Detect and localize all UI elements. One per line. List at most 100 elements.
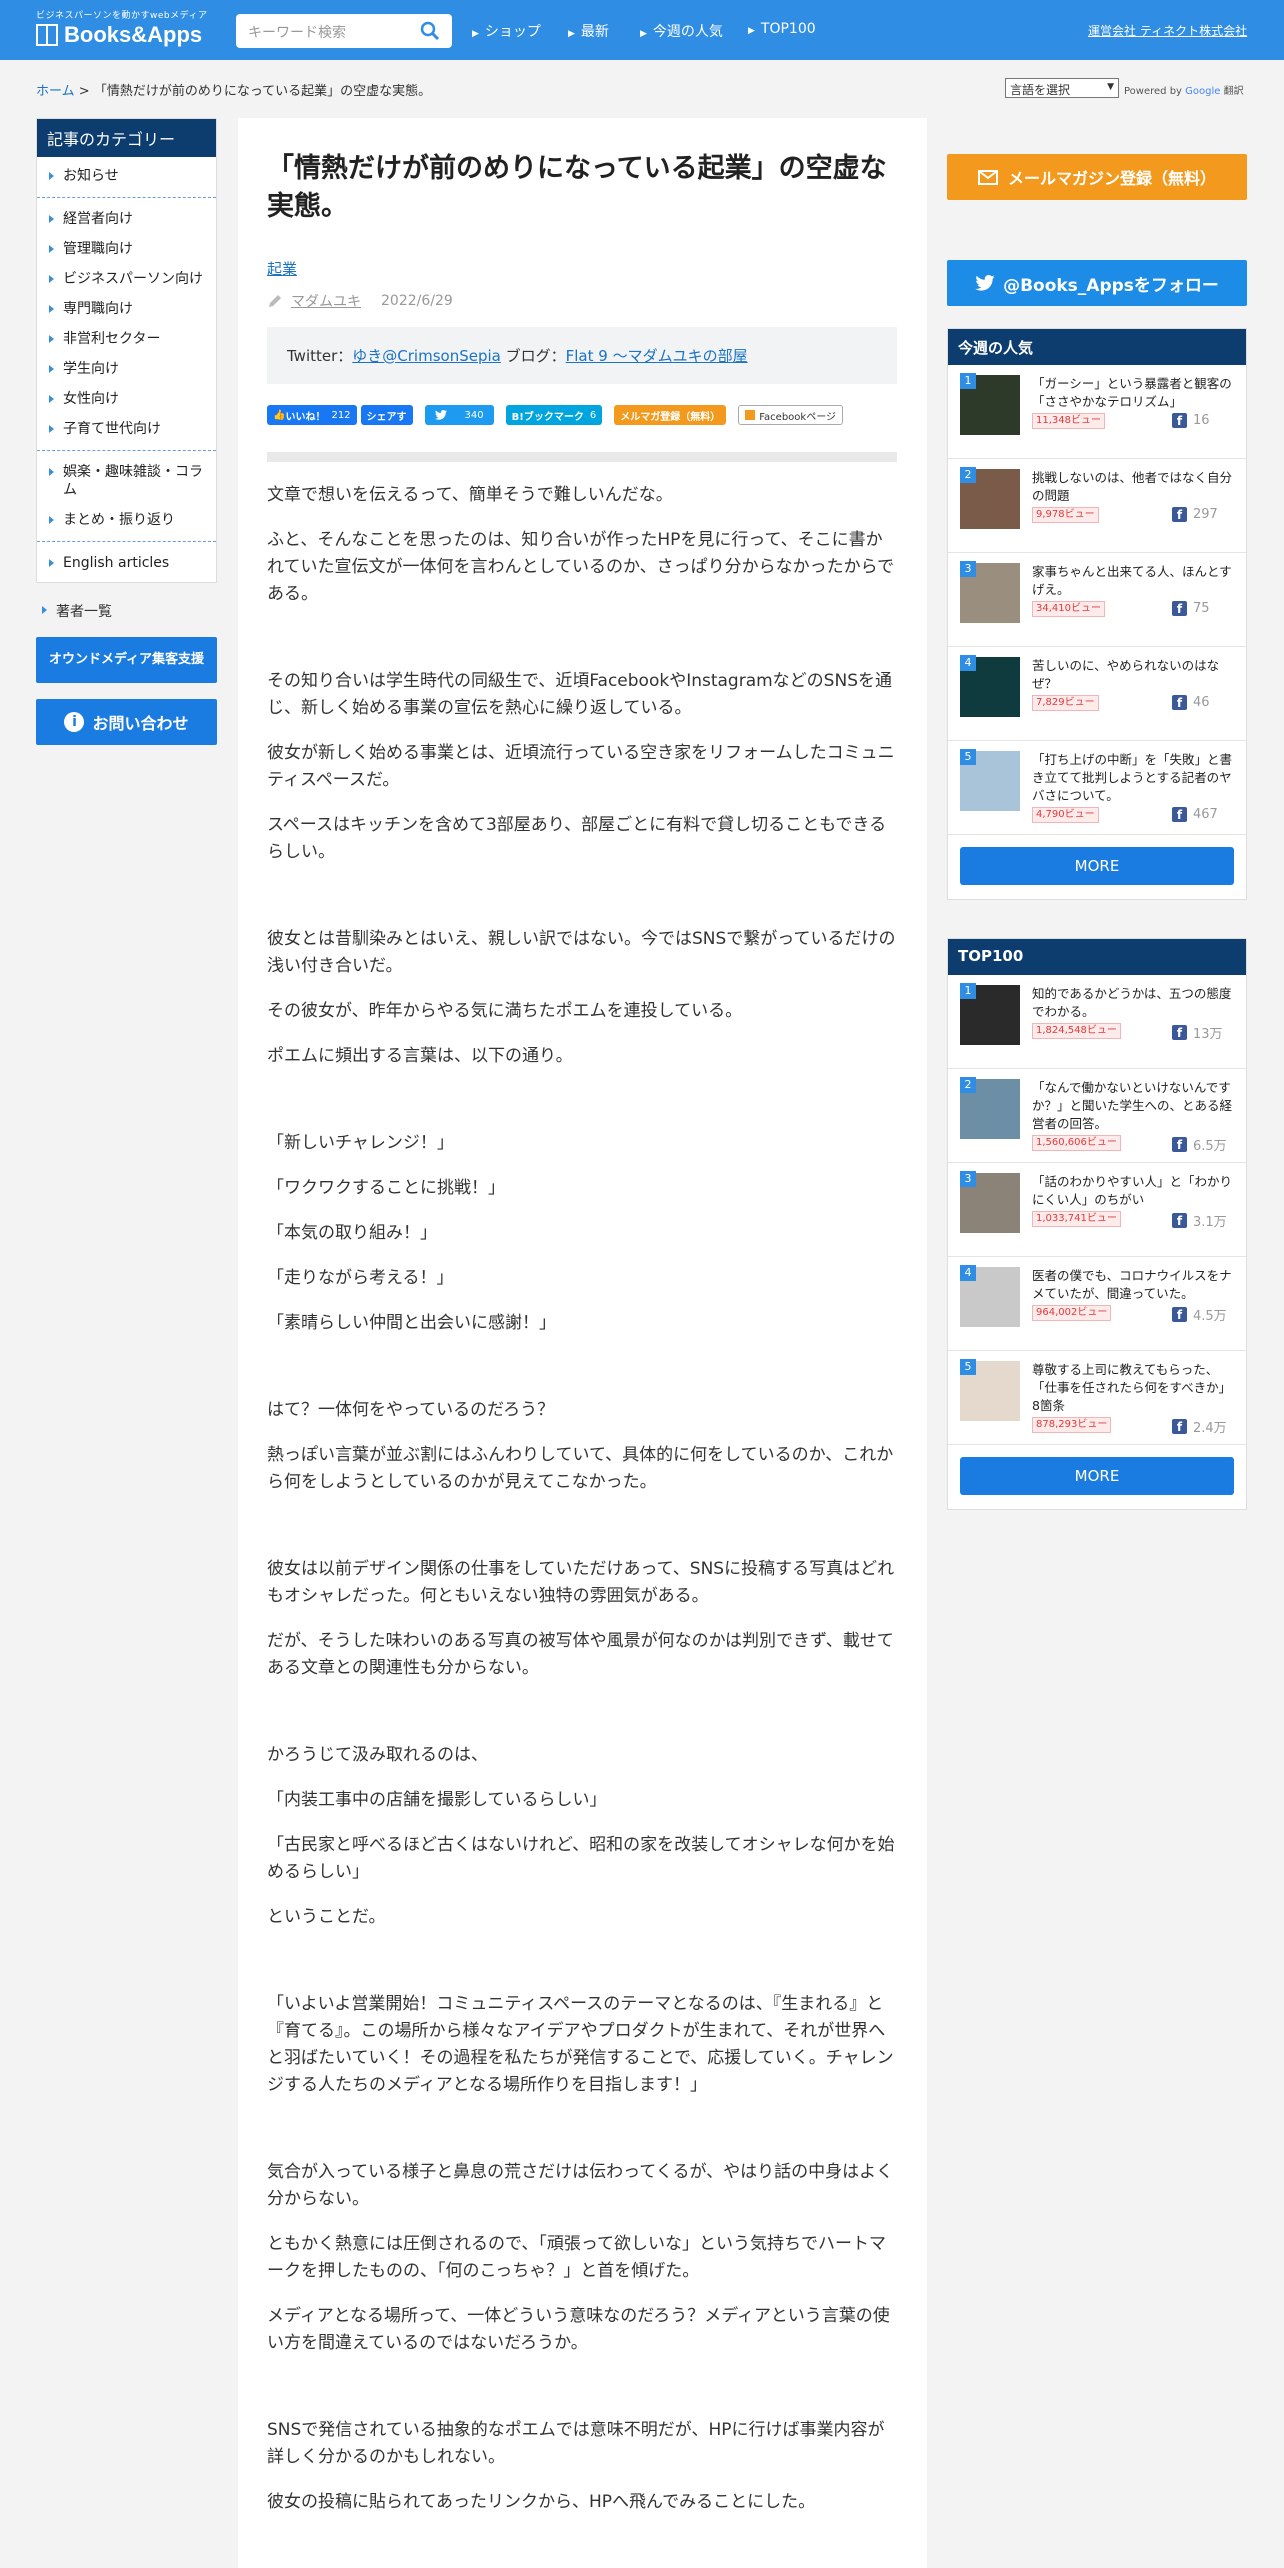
author-twitter-link[interactable]: ゆき@CrimsonSepia [352, 347, 501, 365]
rank-number: 3 [960, 561, 976, 577]
article-category-link[interactable]: 起業 [267, 260, 297, 278]
ranking-title[interactable]: 挑戦しないのは、他者ではなく自分の問題 [1032, 469, 1236, 505]
rank-number: 2 [960, 467, 976, 483]
author-link[interactable]: マダムユキ [291, 291, 361, 311]
weekly-more-button[interactable]: MORE [960, 847, 1234, 885]
view-count: 34,410ビュー [1032, 601, 1105, 617]
facebook-count: f 16 [1172, 413, 1210, 428]
ranking-item[interactable]: 4 医者の僕でも、コロナウイルスをナメていたが、間違っていた。 964,002ビュー… [948, 1257, 1246, 1351]
category-professionals[interactable]: 専門職向け [37, 294, 216, 324]
share-bar: 👍 いいね！ 212 シェアす 340 B!ブックマーク 6 メルマガ登録（無料） … [267, 404, 897, 426]
site-logo[interactable]: ビジネスパーソンを動かすwebメディア Books&Apps [36, 8, 207, 48]
facebook-icon: f [1172, 1025, 1187, 1040]
search-icon[interactable] [420, 21, 440, 41]
nav-top100[interactable]: ▶ TOP100 [748, 21, 816, 37]
facebook-count: f 297 [1172, 507, 1218, 522]
breadcrumb-home[interactable]: ホーム [36, 84, 75, 99]
ranking-title[interactable]: 「ガーシー」という暴露者と観客の「ささやかなテロリズム」 [1032, 375, 1236, 411]
author-blog-link[interactable]: Flat 9 〜マダムユキの部屋 [566, 347, 748, 365]
top100-more-button[interactable]: MORE [960, 1457, 1234, 1495]
category-english[interactable]: English articles [37, 548, 216, 578]
info-icon: i [64, 712, 85, 732]
tweet-button[interactable]: 340 [424, 405, 494, 425]
ranking-title[interactable]: 苦しいのに、やめられないのはなぜ？ [1032, 657, 1236, 693]
facebook-icon: f [1172, 413, 1187, 428]
chevron-down-icon: ▼ [1107, 82, 1114, 92]
logo-tagline: ビジネスパーソンを動かすwebメディア [36, 11, 208, 21]
rank-number: 5 [960, 1359, 976, 1375]
mail-magazine-button[interactable]: メールマガジン登録（無料） [947, 154, 1247, 200]
category-students[interactable]: 学生向け [37, 354, 216, 384]
ranking-item[interactable]: 5 尊敬する上司に教えてもらった、「仕事を任されたら何をすべきか」8箇条 878,2… [948, 1351, 1246, 1445]
facebook-count: f 46 [1172, 695, 1210, 710]
fb-share-button[interactable]: シェアす [360, 405, 413, 425]
site-header: ビジネスパーソンを動かすwebメディア Books&Apps キーワード検索 ▶… [0, 0, 1284, 60]
nav-latest[interactable]: ▶ 最新 [568, 21, 609, 41]
category-nonprofit[interactable]: 非営利セクター [37, 324, 216, 354]
category-managers[interactable]: 管理職向け [37, 234, 216, 264]
ranking-title[interactable]: 家事ちゃんと出来てる人、ほんとすげえ。 [1032, 563, 1236, 599]
twitter-follow-button[interactable]: @Books_Appsをフォロー [947, 260, 1247, 306]
category-summary[interactable]: まとめ・振り返り [37, 505, 216, 535]
article-meta: マダムユキ 2022/6/29 [267, 291, 897, 311]
view-count: 964,002ビュー [1032, 1305, 1112, 1321]
authors-link[interactable]: 著者一覧 [36, 595, 217, 627]
ranking-title[interactable]: 尊敬する上司に教えてもらった、「仕事を任されたら何をすべきか」8箇条 [1032, 1361, 1236, 1415]
search-box[interactable]: キーワード検索 [236, 14, 452, 48]
category-box: 記事のカテゴリー お知らせ 経営者向け 管理職向け ビジネスパーソン向け 専門職… [36, 118, 217, 583]
contact-button[interactable]: i お問い合わせ [36, 699, 217, 745]
hatena-bookmark-button[interactable]: B!ブックマーク 6 [505, 405, 603, 425]
nav-weekly-popular[interactable]: ▶ 今週の人気 [640, 21, 723, 41]
facebook-count: f 13万 [1172, 1023, 1223, 1042]
weekly-popular-box: 今週の人気 1 「ガーシー」という暴露者と観客の「ささやかなテロリズム」 11,34… [947, 328, 1247, 900]
facebook-count: f 75 [1172, 601, 1210, 616]
view-count: 9,978ビュー [1032, 507, 1099, 523]
right-sidebar: メールマガジン登録（無料） @Books_Appsをフォロー 今週の人気 1 「ガ… [947, 154, 1247, 1510]
category-news[interactable]: お知らせ [37, 161, 216, 191]
facebook-page-button[interactable]: Facebookページ [738, 405, 843, 425]
ranking-title[interactable]: 知的であるかどうかは、五つの態度でわかる。 [1032, 985, 1236, 1021]
mailmag-share-button[interactable]: メルマガ登録（無料） [614, 405, 727, 425]
view-count: 1,824,548ビュー [1032, 1023, 1121, 1039]
category-business[interactable]: ビジネスパーソン向け [37, 264, 216, 294]
view-count: 1,033,741ビュー [1032, 1211, 1121, 1227]
weekly-popular-heading: 今週の人気 [948, 329, 1246, 365]
divider [267, 452, 897, 462]
ranking-item[interactable]: 3 「話のわかりやすい人」と「わかりにくい人」のちがい 1,033,741ビュー f 3… [948, 1163, 1246, 1257]
ranking-item[interactable]: 4 苦しいのに、やめられないのはなぜ？ 7,829ビュー f 46 [948, 647, 1246, 741]
facebook-icon: f [1172, 507, 1187, 522]
ranking-item[interactable]: 1 知的であるかどうかは、五つの態度でわかる。 1,824,548ビュー f 13万 [948, 975, 1246, 1069]
facebook-count: f 467 [1172, 807, 1218, 822]
article-panel: 「情熱だけが前のめりになっている起業」の空虚な実態。 起業 マダムユキ 2022… [238, 118, 927, 2568]
rank-number: 1 [960, 373, 976, 389]
facebook-count: f 3.1万 [1172, 1211, 1227, 1230]
search-input[interactable]: キーワード検索 [248, 22, 346, 42]
rank-number: 5 [960, 749, 976, 765]
ranking-item[interactable]: 1 「ガーシー」という暴露者と観客の「ささやかなテロリズム」 11,348ビュー f 1… [948, 365, 1246, 459]
ranking-item[interactable]: 3 家事ちゃんと出来てる人、ほんとすげえ。 34,410ビュー f 75 [948, 553, 1246, 647]
ranking-item[interactable]: 2 挑戦しないのは、他者ではなく自分の問題 9,978ビュー f 297 [948, 459, 1246, 553]
category-columns[interactable]: 娯楽・趣味雑談・コラム [37, 457, 216, 505]
rank-number: 4 [960, 655, 976, 671]
ranking-title[interactable]: 医者の僕でも、コロナウイルスをナメていたが、間違っていた。 [1032, 1267, 1236, 1303]
category-parents[interactable]: 子育て世代向け [37, 414, 216, 444]
category-heading: 記事のカテゴリー [37, 119, 216, 157]
category-women[interactable]: 女性向け [37, 384, 216, 414]
view-count: 1,560,606ビュー [1032, 1135, 1121, 1151]
ranking-title[interactable]: 「話のわかりやすい人」と「わかりにくい人」のちがい [1032, 1173, 1236, 1209]
ranking-title[interactable]: 「打ち上げの中断」を「失敗」と書き立てて批判しようとする記者のヤバさについて。 [1032, 751, 1236, 805]
rank-number: 1 [960, 983, 976, 999]
rank-number: 4 [960, 1265, 976, 1281]
left-sidebar: 記事のカテゴリー お知らせ 経営者向け 管理職向け ビジネスパーソン向け 専門職… [36, 118, 217, 745]
ranking-item[interactable]: 2 「なんで働かないといけないんですか？」と聞いた学生への、とある経営者の回答。 1… [948, 1069, 1246, 1163]
language-select[interactable]: 言語を選択 ▼ [1005, 78, 1119, 98]
ranking-item[interactable]: 5 「打ち上げの中断」を「失敗」と書き立てて批判しようとする記者のヤバさについて。… [948, 741, 1246, 835]
facebook-icon: f [1172, 1419, 1187, 1434]
owned-media-button[interactable]: オウンドメディア集客支援 [36, 637, 217, 683]
nav-shop[interactable]: ▶ ショップ [472, 21, 541, 41]
facebook-icon: f [1172, 1307, 1187, 1322]
fb-like-button[interactable]: 👍 いいね！ 212 [267, 405, 357, 425]
category-executives[interactable]: 経営者向け [37, 204, 216, 234]
ranking-title[interactable]: 「なんで働かないといけないんですか？」と聞いた学生への、とある経営者の回答。 [1032, 1079, 1236, 1133]
company-link[interactable]: 運営会社 ティネクト株式会社 [1088, 22, 1247, 39]
